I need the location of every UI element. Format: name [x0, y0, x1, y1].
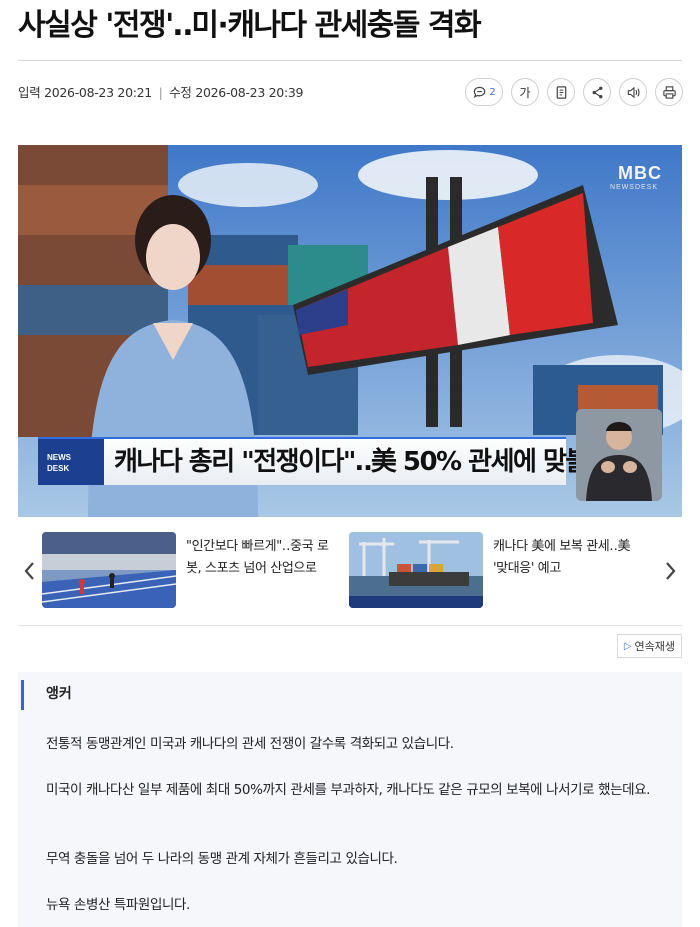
body-paragraph: 미국이 캐나다산 일부 제품에 최대 50%까지 관세를 부과하자, 캐나다도 …: [46, 782, 651, 798]
play-icon: ▷: [623, 640, 632, 652]
body-paragraph: 전통적 동맹관계인 미국과 캐나다의 관세 전쟁이 갈수록 격화되고 있습니다.: [46, 736, 454, 752]
font-size-icon: 가: [519, 85, 531, 100]
article-headline: 사실상 '전쟁'‥미·캐나다 관세충돌 격화: [18, 8, 482, 43]
print-button[interactable]: [655, 78, 683, 106]
anchor-marker: [21, 680, 24, 710]
bookmark-button[interactable]: [547, 78, 575, 106]
mbc-logo: MBC: [618, 163, 662, 183]
related-thumbnail: [349, 532, 483, 608]
font-size-button[interactable]: 가: [511, 78, 539, 106]
video-caption: 캐나다 총리 "전쟁이다"‥美 50% 관세에 맞불: [114, 447, 589, 477]
related-item[interactable]: "인간보다 빠르게"‥중국 로봇, 스포츠 넘어 산업으로: [42, 532, 342, 608]
carousel-prev-button[interactable]: [18, 556, 40, 586]
comment-button[interactable]: 2: [465, 78, 503, 106]
modified-label: 수정: [169, 85, 192, 100]
newsdesk-badge: NEWS DESK: [38, 439, 104, 485]
share-icon: [592, 86, 602, 98]
carousel-next-button[interactable]: [660, 556, 682, 586]
video-caption-bar: NEWS DESK 캐나다 총리 "전쟁이다"‥美 50% 관세에 맞불: [38, 437, 589, 485]
video-player[interactable]: MBC NEWSDESK NEWS DESK 캐나다 총리 "전쟁이다"‥美 5…: [18, 145, 682, 517]
related-item[interactable]: 캐나다 美에 보복 관세‥美 '맞대응' 예고: [349, 532, 649, 608]
bookmark-icon: [556, 85, 566, 99]
autoplay-toggle[interactable]: ▷ 연속재생: [616, 634, 682, 658]
article-timestamps: 입력 2026-08-23 20:21 | 수정 2026-08-23 20:3…: [18, 82, 303, 101]
article-toolbar: 2 가: [465, 78, 683, 106]
body-paragraph: 무역 충돌을 넘어 두 나라의 동맹 관계 자체가 흔들리고 있습니다.: [46, 851, 398, 867]
badge-line1: NEWS: [47, 453, 71, 462]
print-icon: [662, 85, 676, 99]
related-title: "인간보다 빠르게"‥중국 로봇, 스포츠 넘어 산업으로: [186, 539, 329, 576]
divider: [18, 60, 682, 61]
speaker-icon: [627, 86, 640, 98]
anchor-label: 앵커: [46, 686, 72, 702]
input-time: 2026-08-23 20:21: [44, 85, 152, 100]
article-body: 앵커 전통적 동맹관계인 미국과 캐나다의 관세 전쟁이 갈수록 격화되고 있습…: [18, 672, 682, 927]
autoplay-label: 연속재생: [634, 640, 675, 653]
comment-icon: [474, 86, 486, 98]
meta-separator: |: [158, 85, 163, 100]
divider: [18, 625, 682, 626]
related-title: 캐나다 美에 보복 관세‥美 '맞대응' 예고: [493, 539, 631, 576]
share-button[interactable]: [583, 78, 611, 106]
listen-button[interactable]: [619, 78, 647, 106]
input-label: 입력: [18, 85, 41, 100]
sign-language-interpreter: [576, 409, 662, 501]
related-videos-carousel: "인간보다 빠르게"‥중국 로봇, 스포츠 넘어 산업으로 캐나다 美에 보복 …: [18, 530, 682, 612]
chevron-left-icon: [24, 562, 34, 580]
comment-count: 2: [489, 86, 496, 98]
badge-line2: DESK: [47, 464, 70, 473]
related-thumbnail: [42, 532, 176, 608]
newsdesk-logo: NEWSDESK: [609, 184, 658, 191]
modified-time: 2026-08-23 20:39: [195, 85, 304, 100]
chevron-right-icon: [666, 562, 676, 580]
body-paragraph: 뉴욕 손병산 특파원입니다.: [46, 897, 190, 913]
